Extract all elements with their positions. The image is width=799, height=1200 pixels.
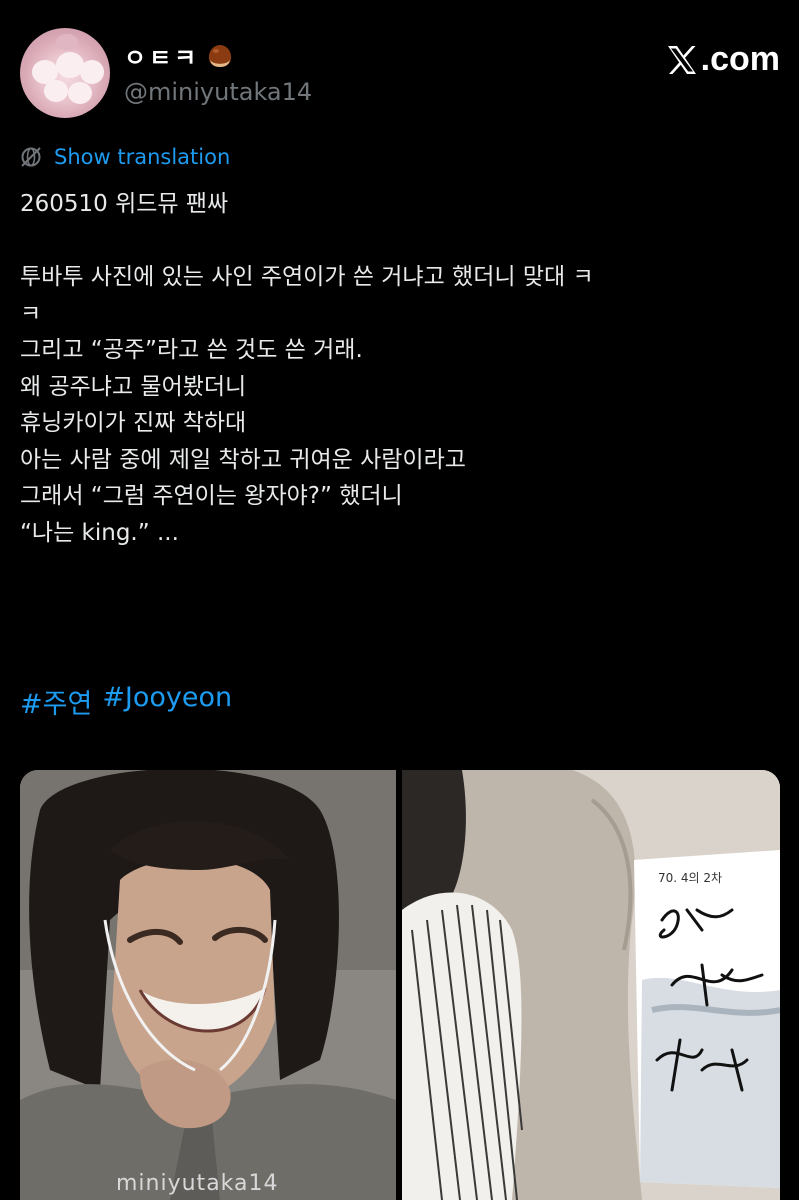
tweet-line: 휴닝카이가 진짜 착하대 [20,410,247,436]
avatar[interactable] [20,28,110,118]
signature-card-text: 70. 4의 2차 [658,871,722,885]
tweet-text: 260510 위드뮤 팬싸 투바투 사진에 있는 사인 주연이가 쓴 거냐고 했… [20,186,780,551]
tweet-line: 왜 공주냐고 물어봤더니 [20,373,247,400]
photo-signed-card-art: 70. 4의 2차 [402,770,780,1200]
photo-watermark: miniyutaka14 [116,1171,279,1196]
tweet-line: 그리고 “공주”라고 쓴 것도 쓴 거래. [20,337,363,363]
tweet-line: “나는 king.” ... [20,519,179,546]
media-grid: miniyutaka14 70. 4의 2차 [20,770,780,1200]
site-label: .com [700,40,780,78]
hashtag-jooyeon-kr[interactable]: #주연 [20,682,92,721]
tweet-line: 투바투 사진에 있는 사인 주연이가 쓴 거냐고 했더니 맞대 ㅋ [20,264,594,290]
show-translation-label[interactable]: Show translation [54,145,230,169]
photo-signed-card[interactable]: 70. 4의 2차 [402,770,780,1200]
tweet-line: 260510 위드뮤 팬싸 [20,191,229,217]
x-logo-icon [667,45,696,74]
photo-laughing-person-art [20,770,396,1200]
hashtags: #주연 #Jooyeon [20,682,232,721]
tweet-line: ㅋ [20,300,42,327]
chestnut-emoji-icon [209,44,232,67]
site-brand: .com [665,40,780,79]
tweet-line: 아는 사람 중에 제일 착하고 귀여운 사람이라고 [20,446,466,473]
user-handle[interactable]: @miniyutaka14 [124,78,312,106]
tweet-header: ㅇㅌㅋ @miniyutaka14 .com [20,28,780,118]
name-row: ㅇㅌㅋ [124,38,233,73]
display-name[interactable]: ㅇㅌㅋ [124,38,199,73]
translate-globe-icon [21,147,41,167]
show-translation-link[interactable]: Show translation [20,145,230,169]
hashtag-jooyeon[interactable]: #Jooyeon [102,682,232,721]
tweet-line: 그래서 “그럼 주연이는 왕자야?” 했더니 [20,483,403,509]
photo-laughing-person[interactable]: miniyutaka14 [20,770,396,1200]
